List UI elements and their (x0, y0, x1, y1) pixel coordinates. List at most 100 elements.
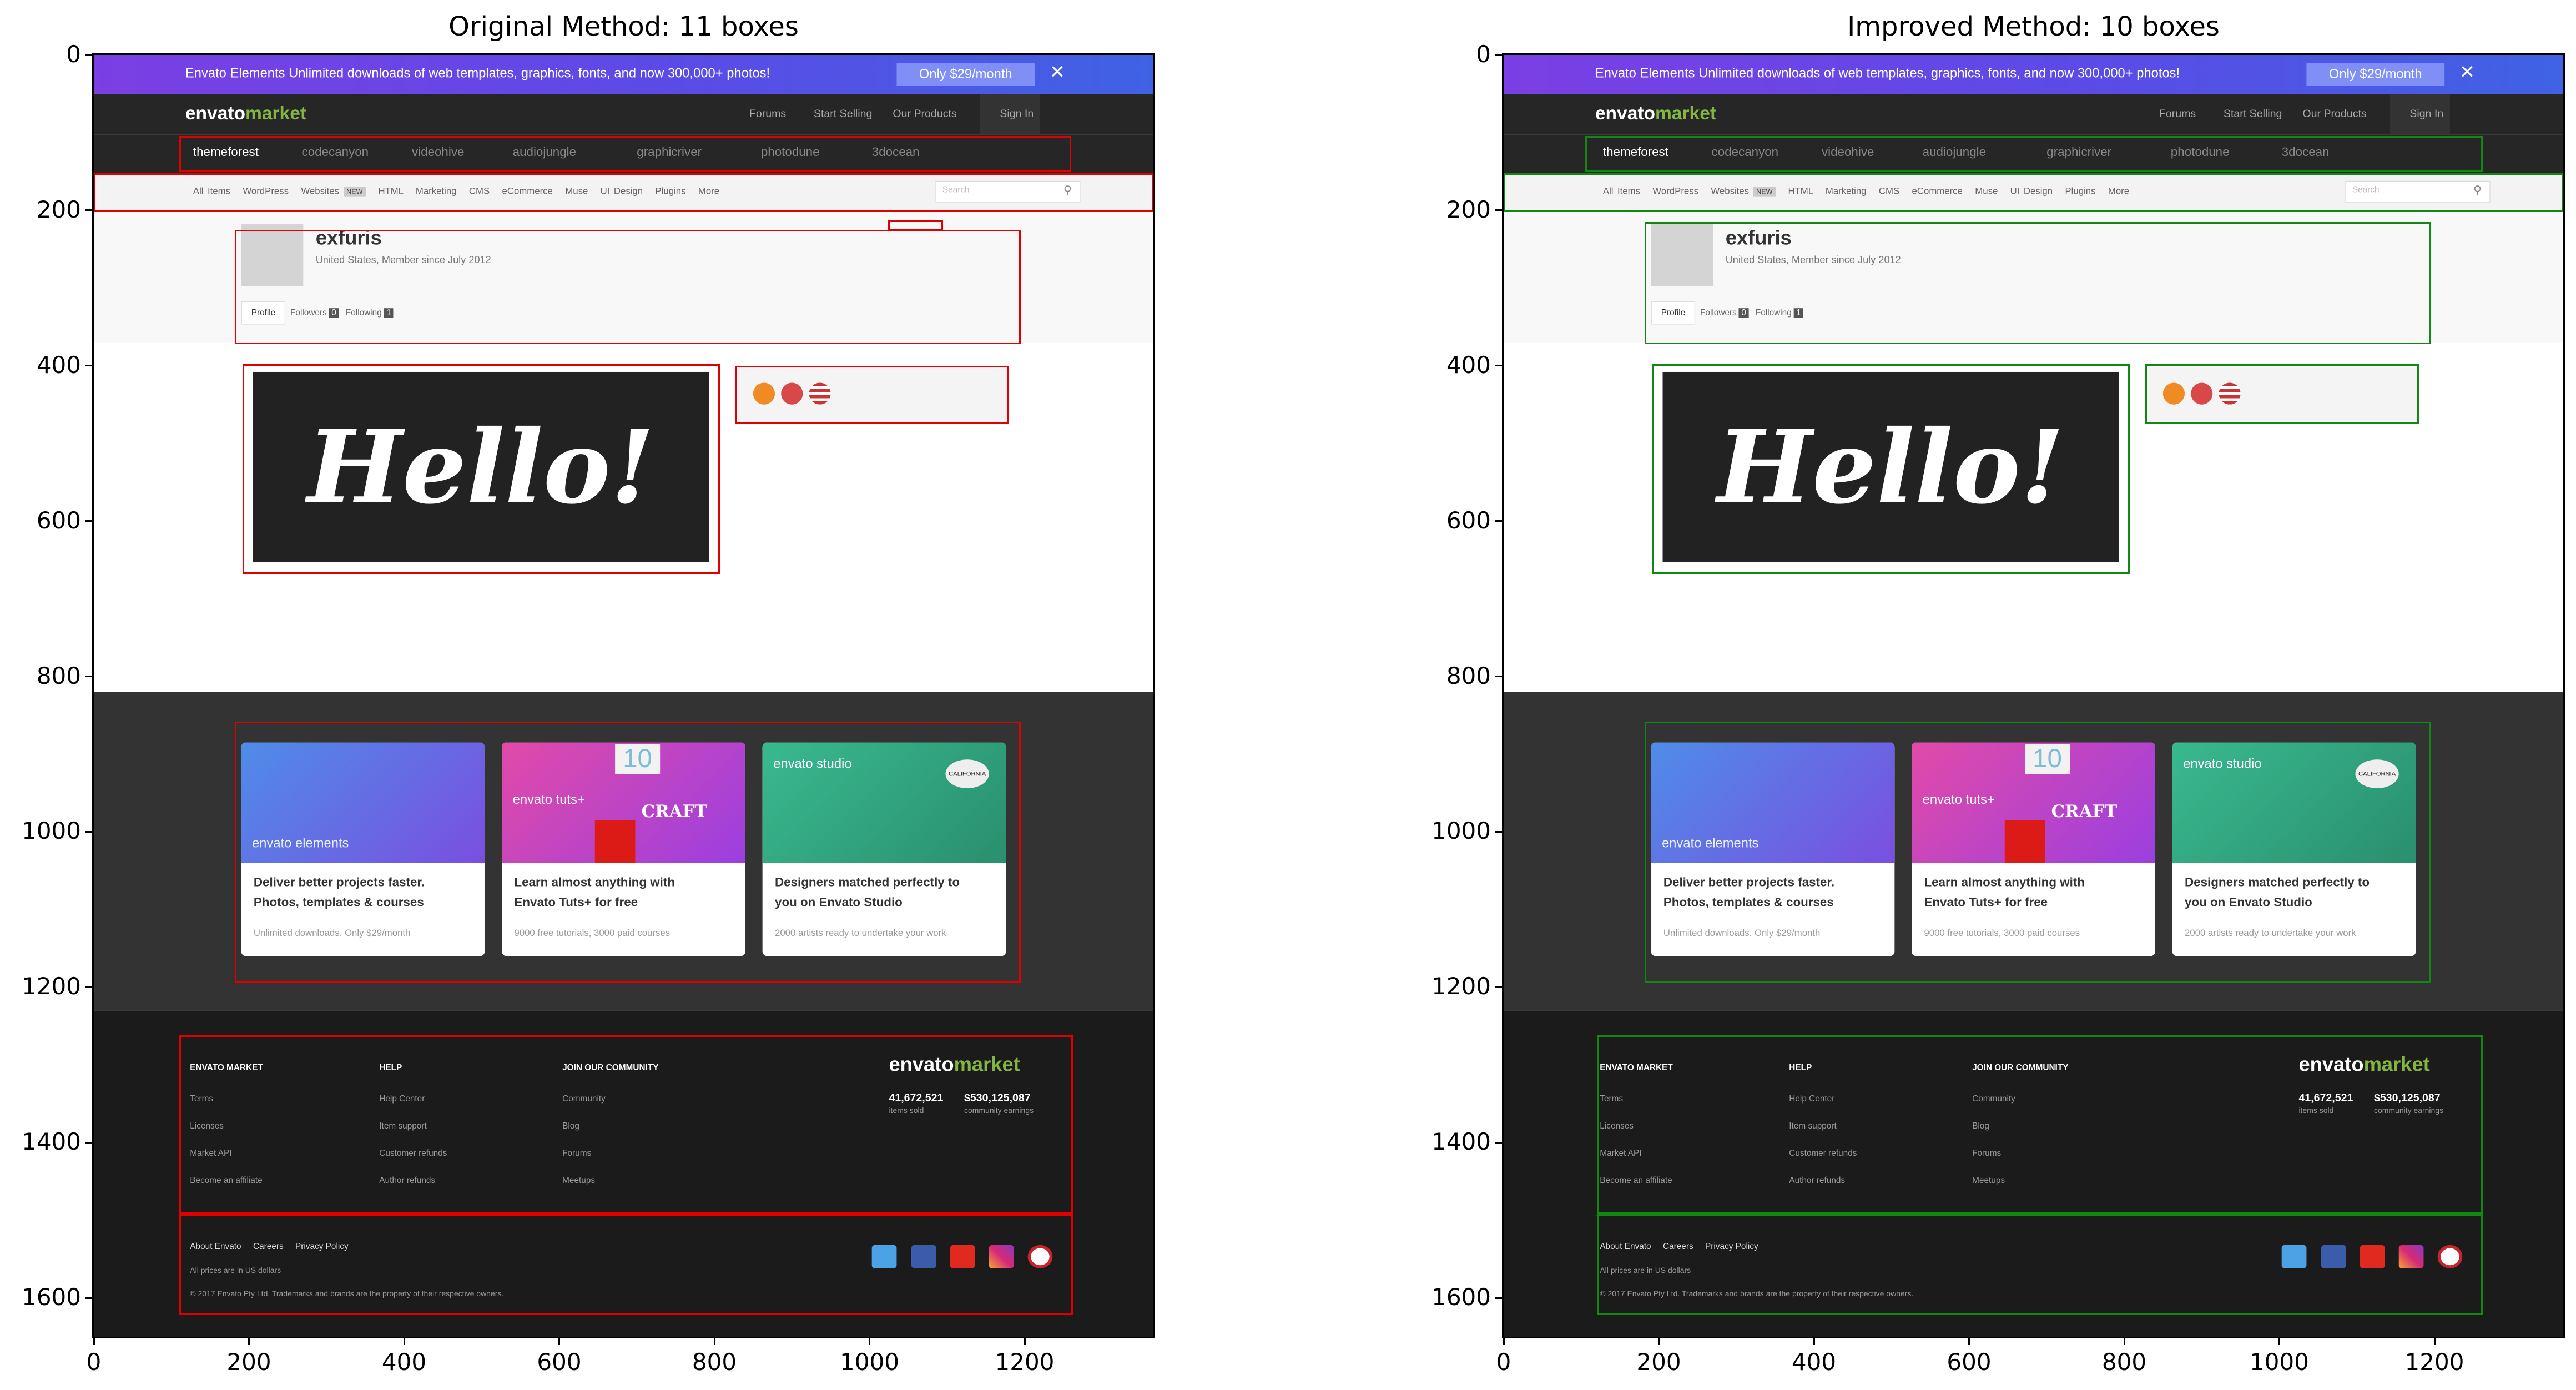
y-tick-mark (85, 830, 92, 833)
x-tick-label: 200 (226, 1348, 271, 1376)
axes-original: Envato Elements Unlimited downloads of w… (92, 53, 1155, 1338)
y-tick-label: 1200 (22, 973, 81, 1000)
promo-banner: Envato Elements Unlimited downloads of w… (1504, 55, 2563, 94)
y-tick-label: 600 (36, 506, 81, 534)
x-tick-mark (93, 1338, 95, 1345)
y-tick-label: 1600 (1431, 1283, 1491, 1311)
detection-box (1596, 1213, 2483, 1315)
detection-box (1504, 173, 2563, 212)
y-tick-mark (1495, 209, 1502, 211)
x-tick-label: 400 (1791, 1348, 1837, 1376)
detection-box (1645, 721, 2431, 984)
y-tick-mark (85, 520, 92, 522)
x-tick-label: 0 (1496, 1348, 1511, 1376)
x-tick-label: 0 (86, 1348, 102, 1376)
detection-box (179, 1035, 1073, 1214)
x-tick-mark (2278, 1338, 2280, 1345)
nav-sign-in[interactable]: Sign In (2409, 107, 2443, 119)
y-tick-label: 0 (1476, 41, 1491, 68)
y-tick-mark (1495, 986, 1502, 988)
promo-text: Envato Elements Unlimited downloads of w… (1595, 66, 2180, 81)
y-tick-mark (1495, 1141, 1502, 1144)
promo-button[interactable]: Only $29/month (896, 62, 1035, 86)
cart-area[interactable]: Sign In (979, 93, 1040, 134)
logo: envatomarket (1595, 103, 1716, 125)
detection-box (235, 721, 1021, 984)
y-tick-label: 1600 (22, 1283, 81, 1311)
x-tick-mark (403, 1338, 405, 1345)
y-tick-label: 800 (36, 662, 81, 689)
y-tick-mark (1495, 54, 1502, 56)
x-tick-label: 1200 (2404, 1348, 2464, 1376)
panel-title-improved: Improved Method: 10 boxes (1847, 11, 2220, 42)
detection-box (243, 364, 720, 574)
x-tick-mark (2433, 1338, 2436, 1345)
detection-box (179, 135, 1071, 172)
x-tick-label: 800 (2101, 1348, 2147, 1376)
promo-button[interactable]: Only $29/month (2306, 62, 2445, 86)
detection-box (2145, 364, 2419, 424)
y-tick-label: 1400 (1431, 1128, 1491, 1156)
panel-title-original: Original Method: 11 boxes (448, 11, 799, 42)
x-tick-mark (558, 1338, 560, 1345)
detection-box (94, 173, 1153, 212)
y-tick-label: 1200 (1431, 973, 1491, 1000)
y-tick-mark (85, 676, 92, 677)
nav-forums[interactable]: Forums (2159, 107, 2196, 119)
y-tick-label: 800 (1446, 662, 1491, 689)
x-tick-mark (869, 1338, 870, 1345)
x-tick-mark (2123, 1338, 2125, 1345)
detection-box (1596, 1035, 2483, 1214)
detection-box (179, 1213, 1073, 1315)
nav-start-selling[interactable]: Start Selling (2224, 107, 2282, 119)
top-bar: envatomarket Forums Start Selling Our Pr… (94, 93, 1153, 134)
x-tick-label: 1200 (995, 1348, 1055, 1376)
y-tick-mark (1495, 365, 1502, 367)
y-tick-label: 200 (1446, 195, 1491, 223)
x-tick-mark (1968, 1338, 1970, 1345)
x-tick-label: 200 (1636, 1348, 1681, 1376)
x-tick-label: 600 (537, 1348, 582, 1376)
promo-text: Envato Elements Unlimited downloads of w… (185, 66, 770, 81)
close-icon[interactable]: ✕ (1050, 61, 1065, 83)
y-tick-mark (85, 986, 92, 988)
x-tick-label: 1000 (840, 1348, 899, 1376)
detection-box (1652, 364, 2130, 574)
x-tick-label: 1000 (2250, 1348, 2309, 1376)
detection-box (1645, 221, 2431, 344)
detection-box (235, 229, 1021, 344)
y-tick-mark (1495, 830, 1502, 833)
y-tick-mark (1495, 1297, 1502, 1299)
logo-suffix: market (245, 103, 307, 124)
y-tick-label: 1000 (1431, 817, 1491, 845)
y-tick-label: 200 (36, 195, 81, 223)
y-tick-mark (1495, 676, 1502, 677)
y-tick-mark (85, 365, 92, 367)
axes-improved: Envato Elements Unlimited downloads of w… (1502, 53, 2565, 1338)
y-tick-mark (85, 209, 92, 211)
x-tick-mark (248, 1338, 250, 1345)
y-tick-mark (1495, 520, 1502, 522)
x-tick-mark (1503, 1338, 1505, 1345)
x-tick-label: 800 (692, 1348, 737, 1376)
top-bar: envatomarket Forums Start Selling Our Pr… (1504, 93, 2563, 134)
promo-banner: Envato Elements Unlimited downloads of w… (94, 55, 1153, 94)
nav-sign-in[interactable]: Sign In (1000, 107, 1034, 119)
y-tick-mark (85, 1297, 92, 1299)
detection-box (888, 220, 944, 231)
nav-start-selling[interactable]: Start Selling (814, 107, 872, 119)
detection-box (735, 365, 1010, 424)
cart-area[interactable]: Sign In (2389, 93, 2450, 134)
y-tick-mark (85, 1141, 92, 1144)
y-tick-label: 0 (66, 41, 81, 68)
y-tick-mark (85, 54, 92, 56)
y-tick-label: 400 (1446, 351, 1491, 379)
nav-our-products[interactable]: Our Products (2302, 107, 2366, 119)
logo-word: envato (185, 103, 246, 124)
x-tick-mark (1813, 1338, 1815, 1345)
logo-suffix: market (1655, 103, 1717, 124)
nav-our-products[interactable]: Our Products (893, 107, 956, 119)
nav-forums[interactable]: Forums (749, 107, 786, 119)
y-tick-label: 1400 (22, 1128, 81, 1156)
close-icon[interactable]: ✕ (2459, 61, 2475, 83)
